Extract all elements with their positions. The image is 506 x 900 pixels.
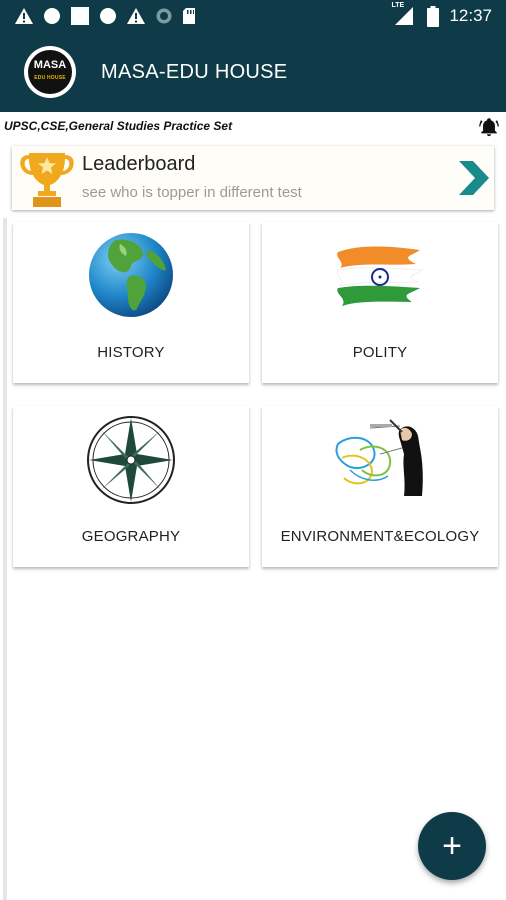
- circle-icon: [44, 8, 60, 24]
- leaderboard-subtitle: see who is topper in different test: [82, 184, 302, 201]
- compass-rose-icon: [13, 414, 249, 506]
- circle-icon: [100, 8, 116, 24]
- diagram-drawing-icon: [262, 414, 498, 506]
- sd-card-icon: [183, 8, 195, 24]
- warning-icon: [15, 8, 33, 24]
- left-divider: [3, 218, 7, 900]
- battery-icon: [427, 5, 440, 27]
- add-button[interactable]: +: [418, 812, 486, 880]
- category-label: GEOGRAPHY: [81, 528, 181, 545]
- leaderboard-card[interactable]: Leaderboard see who is topper in differe…: [12, 146, 494, 210]
- logo-subtext: EDU HOUSE: [34, 75, 66, 81]
- status-left-icons: [14, 6, 196, 26]
- signal-icon: LTE: [391, 2, 417, 26]
- status-right: LTE 12:37: [391, 2, 492, 27]
- plus-icon: +: [442, 827, 462, 865]
- india-flag-icon: [262, 230, 498, 320]
- status-time: 12:37: [449, 6, 492, 25]
- chevron-right-icon[interactable]: [454, 146, 494, 210]
- bell-icon[interactable]: [478, 116, 500, 138]
- status-bar: LTE 12:37: [0, 0, 506, 32]
- app-title: MASA-EDU HOUSE: [101, 60, 288, 83]
- network-label: LTE: [391, 2, 405, 9]
- leaderboard-title: Leaderboard: [82, 153, 196, 175]
- logo-text: MASA: [33, 59, 67, 71]
- category-label: ENVIRONMENT&ECOLOGY: [280, 528, 480, 545]
- category-label: POLITY: [352, 344, 408, 361]
- subheader: UPSC,CSE,General Studies Practice Set: [0, 112, 506, 140]
- app-logo[interactable]: MASA EDU HOUSE: [24, 46, 76, 98]
- app-bar: MASA EDU HOUSE MASA-EDU HOUSE: [0, 32, 506, 112]
- category-card-geography[interactable]: GEOGRAPHY: [13, 406, 249, 567]
- category-label: HISTORY: [97, 344, 165, 361]
- warning-icon: [127, 8, 145, 24]
- subheader-text: UPSC,CSE,General Studies Practice Set: [4, 119, 233, 133]
- trophy-icon: [12, 146, 82, 210]
- globe-icon: [13, 230, 249, 320]
- category-card-polity[interactable]: POLITY: [262, 222, 498, 383]
- sync-icon: [156, 8, 172, 24]
- category-card-environment-ecology[interactable]: ENVIRONMENT&ECOLOGY: [262, 406, 498, 567]
- square-icon: [71, 7, 89, 25]
- category-card-history[interactable]: HISTORY: [13, 222, 249, 383]
